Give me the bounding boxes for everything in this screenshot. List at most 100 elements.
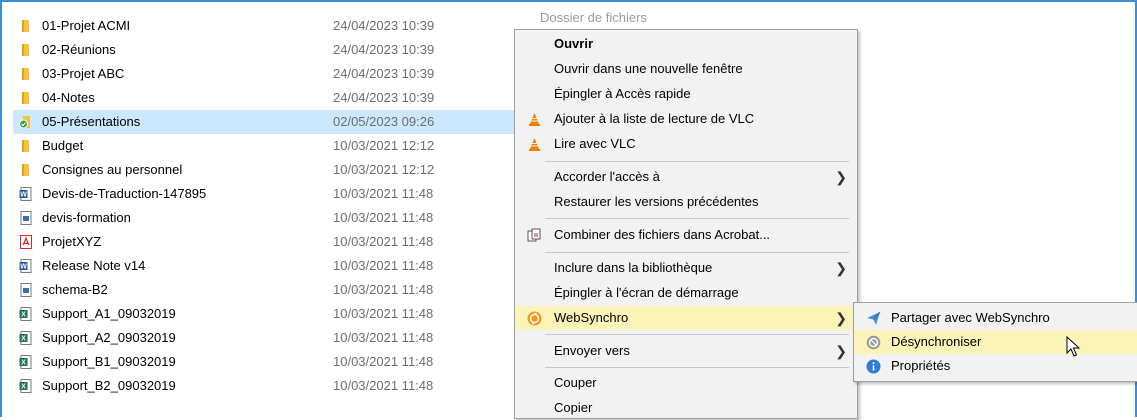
file-date: 10/03/2021 11:48 xyxy=(333,330,434,345)
file-name: Budget xyxy=(42,138,84,153)
file-date: 10/03/2021 11:48 xyxy=(333,186,434,201)
submenu-item-label: Désynchroniser xyxy=(891,334,982,349)
excel-icon: X xyxy=(19,379,32,393)
menu-item-open-new-window[interactable]: Ouvrir dans une nouvelle fenêtre xyxy=(515,57,857,81)
file-name: 04-Notes xyxy=(42,90,95,105)
menu-separator xyxy=(545,334,849,335)
file-name: Support_A2_09032019 xyxy=(42,330,176,345)
context-menu: Ouvrir Ouvrir dans une nouvelle fenêtre … xyxy=(514,29,858,419)
image-file-icon xyxy=(20,211,32,225)
menu-item-send-to[interactable]: Envoyer vers ❯ xyxy=(515,339,857,363)
file-name: Release Note v14 xyxy=(42,258,146,273)
menu-item-label: WebSynchro xyxy=(554,310,629,325)
file-row[interactable]: Consignes au personnel 10/03/2021 12:12 xyxy=(13,158,518,182)
acrobat-combine-icon xyxy=(527,228,541,242)
unsync-icon xyxy=(866,335,881,350)
file-name: 02-Réunions xyxy=(42,42,116,57)
chevron-right-icon: ❯ xyxy=(835,343,847,359)
folder-icon xyxy=(22,164,29,176)
file-row[interactable]: X Support_B1_09032019 10/03/2021 11:48 xyxy=(13,350,518,374)
file-row[interactable]: X Support_A2_09032019 10/03/2021 11:48 xyxy=(13,326,518,350)
file-row[interactable]: schema-B2 10/03/2021 11:48 xyxy=(13,278,518,302)
file-date: 24/04/2023 10:39 xyxy=(333,90,435,105)
excel-icon: X xyxy=(19,307,32,321)
file-date: 24/04/2023 10:39 xyxy=(333,18,435,33)
svg-text:W: W xyxy=(20,192,27,199)
menu-item-grant-access[interactable]: Accorder l'accès à ❯ xyxy=(515,165,857,189)
file-name: ProjetXYZ xyxy=(42,234,102,249)
menu-separator xyxy=(545,252,849,253)
chevron-right-icon: ❯ xyxy=(835,310,847,326)
file-name: schema-B2 xyxy=(42,282,108,297)
menu-item-vlc-add-playlist[interactable]: Ajouter à la liste de lecture de VLC xyxy=(515,107,857,131)
excel-icon: X xyxy=(19,331,32,345)
menu-item-label: Épingler à Accès rapide xyxy=(554,86,691,101)
file-row[interactable]: W Release Note v14 10/03/2021 11:48 xyxy=(13,254,518,278)
word-doc-icon: W xyxy=(19,187,32,201)
file-row[interactable]: 04-Notes 24/04/2023 10:39 xyxy=(13,86,518,110)
file-date: 10/03/2021 12:12 xyxy=(333,162,435,177)
menu-item-label: Lire avec VLC xyxy=(554,136,636,151)
svg-text:W: W xyxy=(20,264,27,271)
submenu-item-label: Propriétés xyxy=(891,358,951,373)
submenu-item-properties[interactable]: Propriétés xyxy=(854,354,1137,378)
menu-item-label: Ouvrir dans une nouvelle fenêtre xyxy=(554,61,743,76)
send-icon xyxy=(867,311,881,325)
menu-item-pin-quick-access[interactable]: Épingler à Accès rapide xyxy=(515,82,857,106)
file-date: 10/03/2021 11:48 xyxy=(333,258,434,273)
file-date: 10/03/2021 11:48 xyxy=(333,378,434,393)
menu-item-open[interactable]: Ouvrir xyxy=(515,32,857,56)
file-name: Support_B2_09032019 xyxy=(42,378,176,393)
file-row[interactable]: X Support_B2_09032019 10/03/2021 11:48 xyxy=(13,374,518,398)
image-file-icon xyxy=(20,283,32,297)
file-row[interactable]: 02-Réunions 24/04/2023 10:39 xyxy=(13,38,518,62)
svg-text:X: X xyxy=(21,360,26,367)
file-row[interactable]: devis-formation 10/03/2021 11:48 xyxy=(13,206,518,230)
file-date: 10/03/2021 11:48 xyxy=(333,306,434,321)
submenu-item-unsync[interactable]: Désynchroniser xyxy=(854,330,1137,354)
info-icon xyxy=(866,359,881,374)
menu-item-cut[interactable]: Couper xyxy=(515,371,857,395)
chevron-right-icon: ❯ xyxy=(835,260,847,276)
menu-item-label: Inclure dans la bibliothèque xyxy=(554,260,713,275)
menu-item-copy[interactable]: Copier xyxy=(515,396,857,420)
menu-item-label: Ajouter à la liste de lecture de VLC xyxy=(554,111,755,126)
file-name: Devis-de-Traduction-147895 xyxy=(42,186,207,201)
menu-item-websynchro[interactable]: WebSynchro ❯ xyxy=(515,306,857,330)
svg-text:X: X xyxy=(21,336,26,343)
menu-item-label: Épingler à l'écran de démarrage xyxy=(554,285,739,300)
menu-item-label: Restaurer les versions précédentes xyxy=(554,194,759,209)
file-row[interactable]: 03-Projet ABC 24/04/2023 10:39 xyxy=(13,62,518,86)
file-row[interactable]: Budget 10/03/2021 12:12 xyxy=(13,134,518,158)
websynchro-icon xyxy=(527,311,542,326)
menu-item-vlc-play[interactable]: Lire avec VLC xyxy=(515,132,857,156)
menu-separator xyxy=(545,218,849,219)
menu-item-acrobat-combine[interactable]: Combiner des fichiers dans Acrobat... xyxy=(515,223,857,247)
file-date: 24/04/2023 10:39 xyxy=(333,66,435,81)
mouse-cursor-icon xyxy=(1066,336,1081,357)
file-row[interactable]: X Support_A1_09032019 10/03/2021 11:48 xyxy=(13,302,518,326)
pdf-icon xyxy=(20,235,32,249)
file-date: 10/03/2021 11:48 xyxy=(333,282,434,297)
file-name: 03-Projet ABC xyxy=(42,66,125,81)
file-date: 10/03/2021 12:12 xyxy=(333,138,435,153)
menu-item-label: Copier xyxy=(554,400,593,415)
vlc-icon xyxy=(529,113,540,126)
svg-text:X: X xyxy=(21,312,26,319)
file-row[interactable]: W Devis-de-Traduction-147895 10/03/2021 … xyxy=(13,182,518,206)
file-row[interactable]: 01-Projet ACMI 24/04/2023 10:39 xyxy=(13,14,518,38)
menu-item-include-library[interactable]: Inclure dans la bibliothèque ❯ xyxy=(515,256,857,280)
menu-item-pin-start[interactable]: Épingler à l'écran de démarrage xyxy=(515,281,857,305)
file-name: 05-Présentations xyxy=(42,114,141,129)
menu-item-label: Couper xyxy=(554,375,597,390)
file-date: 24/04/2023 10:39 xyxy=(333,42,435,57)
menu-item-label: Ouvrir xyxy=(554,36,594,51)
menu-item-restore-versions[interactable]: Restaurer les versions précédentes xyxy=(515,190,857,214)
chevron-right-icon: ❯ xyxy=(835,169,847,185)
file-date: 02/05/2023 09:26 xyxy=(333,114,435,129)
file-row[interactable]: ProjetXYZ 10/03/2021 11:48 xyxy=(13,230,518,254)
submenu-item-label: Partager avec WebSynchro xyxy=(891,310,1050,325)
file-row-selected[interactable]: 05-Présentations 02/05/2023 09:26 xyxy=(13,110,518,134)
submenu-item-share[interactable]: Partager avec WebSynchro xyxy=(854,306,1137,330)
websynchro-submenu: Partager avec WebSynchro Désynchroniser … xyxy=(853,302,1137,382)
